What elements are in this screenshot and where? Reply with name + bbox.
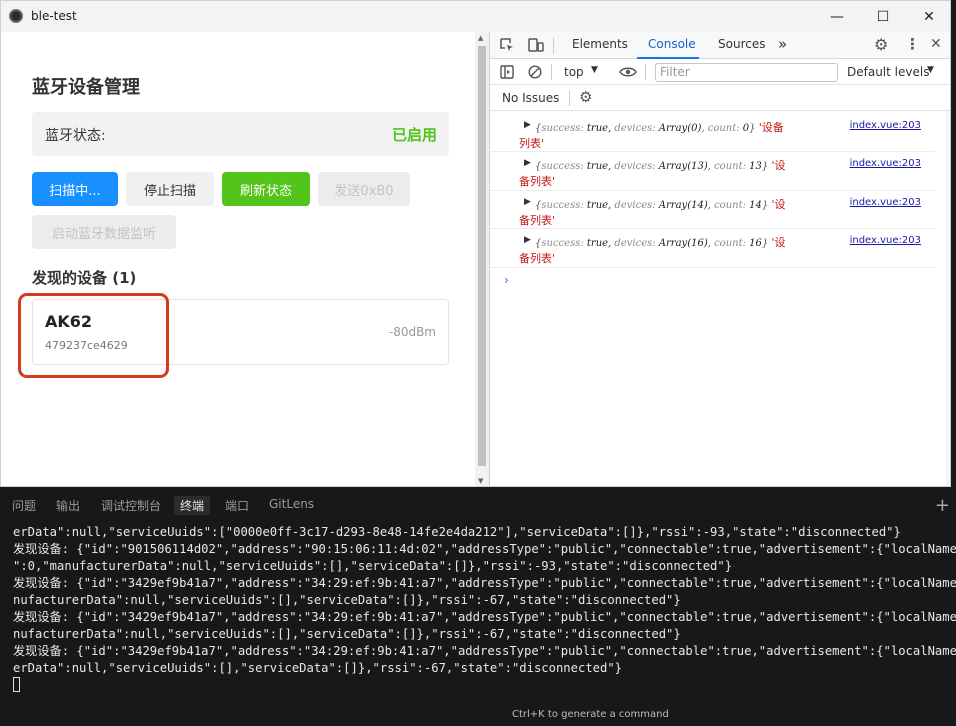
terminal-line: nufacturerData":null,"serviceUuids":[],"… xyxy=(13,627,681,641)
more-tabs-icon[interactable]: » xyxy=(778,35,787,53)
new-terminal-icon[interactable]: + xyxy=(935,495,950,516)
log-levels-select[interactable]: Default levels xyxy=(847,65,929,79)
console-prompt-icon[interactable]: › xyxy=(504,273,509,287)
terminal-hint: Ctrl+K to generate a command xyxy=(512,709,669,720)
scroll-up-icon[interactable]: ▲ xyxy=(478,34,483,42)
tab-terminal[interactable]: 终端 xyxy=(174,496,211,515)
app-window: ble-test — ☐ ✕ 蓝牙设备管理 蓝牙状态: 已启用 扫描中... 停… xyxy=(0,0,951,487)
settings-gear-icon[interactable]: ⚙ xyxy=(874,35,888,54)
bluetooth-status-value: 已启用 xyxy=(391,126,437,144)
log-source-link[interactable]: index.vue:203 xyxy=(850,235,921,246)
inspect-element-icon[interactable] xyxy=(500,38,515,53)
bluetooth-status-panel: 蓝牙状态: 已启用 xyxy=(32,112,449,156)
scroll-down-icon[interactable]: ▼ xyxy=(478,477,483,485)
terminal-line: erData":null,"serviceUuids":[],"serviceD… xyxy=(13,661,623,675)
tab-console[interactable]: Console xyxy=(648,37,696,51)
console-log-entry[interactable]: ▶ {success: true, devices: Array(14), co… xyxy=(490,191,935,229)
issues-settings-icon[interactable]: ⚙ xyxy=(579,88,592,106)
app-scrollbar[interactable]: ▲ ▼ xyxy=(475,32,489,486)
expand-arrow-icon[interactable]: ▶ xyxy=(524,235,531,245)
more-options-icon[interactable]: ⋮ xyxy=(905,35,920,53)
terminal-line: erData":null,"serviceUuids":["0000e0ff-3… xyxy=(13,525,901,539)
context-dropdown-icon[interactable]: ▼ xyxy=(591,65,598,75)
log-object: {success: true, devices: Array(14), coun… xyxy=(535,198,786,211)
log-message-wrap: 备列表' xyxy=(519,252,556,265)
electron-app-icon xyxy=(9,9,23,23)
log-message-wrap: 列表' xyxy=(519,137,545,150)
send-0xb0-button[interactable]: 发送0xB0 xyxy=(318,172,410,206)
scrollbar-thumb[interactable] xyxy=(478,46,486,466)
annotation-highlight xyxy=(18,293,169,378)
issues-bar: No Issues ⚙ xyxy=(490,85,950,111)
close-button[interactable]: ✕ xyxy=(906,1,950,32)
tab-problems[interactable]: 问题 xyxy=(12,497,36,514)
devtools-tab-bar: Elements Console Sources » ⚙ ⋮ ✕ xyxy=(490,32,950,59)
console-filter-input[interactable]: Filter xyxy=(655,63,838,82)
sidebar-toggle-icon[interactable] xyxy=(500,65,514,79)
log-source-link[interactable]: index.vue:203 xyxy=(850,120,921,131)
page-title: 蓝牙设备管理 xyxy=(32,77,140,98)
clear-console-icon[interactable] xyxy=(528,65,542,79)
log-object: {success: true, devices: Array(0), count… xyxy=(535,121,784,134)
console-log-entry[interactable]: ▶ {success: true, devices: Array(13), co… xyxy=(490,152,935,191)
log-source-link[interactable]: index.vue:203 xyxy=(850,158,921,169)
terminal-line: nufacturerData":null,"serviceUuids":[],"… xyxy=(13,593,681,607)
device-toolbar-icon[interactable] xyxy=(528,38,544,53)
bluetooth-status-label: 蓝牙状态: xyxy=(45,128,106,144)
console-toolbar: top ▼ Filter Default levels ▼ xyxy=(490,59,950,85)
maximize-button[interactable]: ☐ xyxy=(860,1,906,32)
issues-count[interactable]: No Issues xyxy=(502,91,559,105)
terminal-line: ":0,"manufacturerData":null,"serviceUuid… xyxy=(13,559,733,573)
tab-ports[interactable]: 端口 xyxy=(225,497,249,514)
terminal-line: 发现设备: {"id":"3429ef9b41a7","address":"34… xyxy=(13,610,956,624)
tab-debug-console[interactable]: 调试控制台 xyxy=(101,497,161,514)
live-expression-eye-icon[interactable] xyxy=(619,66,637,78)
log-message-wrap: 备列表' xyxy=(519,175,556,188)
refresh-status-button[interactable]: 刷新状态 xyxy=(222,172,310,206)
context-select[interactable]: top xyxy=(564,65,584,79)
console-log-entry[interactable]: ▶ {success: true, devices: Array(0), cou… xyxy=(490,114,935,152)
terminal-output[interactable]: erData":null,"serviceUuids":["0000e0ff-3… xyxy=(13,524,956,677)
console-scrollbar[interactable] xyxy=(946,111,950,486)
devices-heading: 发现的设备 (1) xyxy=(32,269,137,287)
window-title: ble-test xyxy=(31,9,77,23)
expand-arrow-icon[interactable]: ▶ xyxy=(524,120,531,130)
terminal-cursor[interactable] xyxy=(13,677,20,692)
log-object: {success: true, devices: Array(13), coun… xyxy=(535,159,786,172)
scan-button[interactable]: 扫描中... xyxy=(32,172,118,206)
device-rssi: -80dBm xyxy=(388,325,436,339)
tab-sources[interactable]: Sources xyxy=(718,37,765,51)
tab-gitlens[interactable]: GitLens xyxy=(269,497,314,511)
tab-output[interactable]: 输出 xyxy=(56,497,80,514)
expand-arrow-icon[interactable]: ▶ xyxy=(524,197,531,207)
tab-elements[interactable]: Elements xyxy=(572,37,628,51)
terminal-line: 发现设备: {"id":"901506114d02","address":"90… xyxy=(13,542,956,556)
terminal-line: 发现设备: {"id":"3429ef9b41a7","address":"34… xyxy=(13,576,956,590)
terminal-line: 发现设备: {"id":"3429ef9b41a7","address":"34… xyxy=(13,644,956,658)
app-content: 蓝牙设备管理 蓝牙状态: 已启用 扫描中... 停止扫描 刷新状态 发送0xB0… xyxy=(1,32,475,486)
log-levels-dropdown-icon[interactable]: ▼ xyxy=(927,65,934,75)
log-message-wrap: 备列表' xyxy=(519,214,556,227)
title-bar: ble-test — ☐ ✕ xyxy=(1,1,950,32)
stop-scan-button[interactable]: 停止扫描 xyxy=(126,172,214,206)
expand-arrow-icon[interactable]: ▶ xyxy=(524,158,531,168)
log-object: {success: true, devices: Array(16), coun… xyxy=(535,236,786,249)
console-log-entry[interactable]: ▶ {success: true, devices: Array(16), co… xyxy=(490,229,935,268)
terminal-panel: 问题 输出 调试控制台 终端 端口 GitLens + erData":null… xyxy=(0,487,956,726)
devtools-panel: Elements Console Sources » ⚙ ⋮ ✕ top ▼ F… xyxy=(489,32,950,486)
minimize-button[interactable]: — xyxy=(814,1,860,32)
close-devtools-icon[interactable]: ✕ xyxy=(930,36,942,52)
log-source-link[interactable]: index.vue:203 xyxy=(850,197,921,208)
start-listen-button[interactable]: 启动蓝牙数据监听 xyxy=(32,215,176,249)
